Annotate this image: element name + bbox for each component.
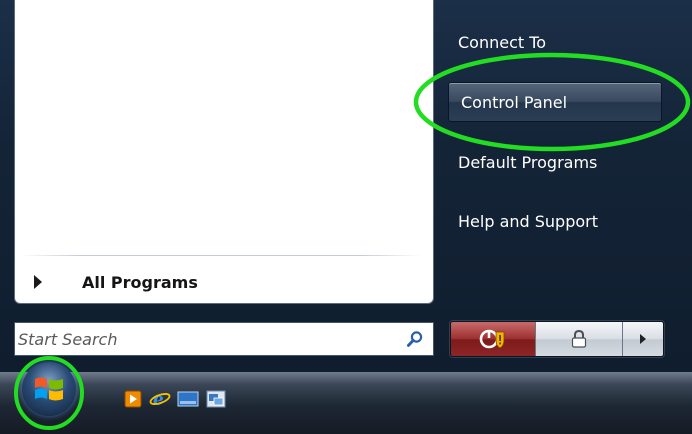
power-shield-icon [479, 329, 505, 349]
search-icon[interactable] [401, 325, 429, 353]
triangle-right-icon [34, 275, 42, 289]
control-panel-item[interactable]: Control Panel [448, 82, 662, 122]
all-programs-label: All Programs [82, 272, 198, 292]
connect-to-label: Connect To [458, 32, 547, 52]
start-search-input[interactable] [15, 325, 401, 353]
show-desktop-launch[interactable] [177, 389, 199, 409]
power-controls [450, 321, 664, 357]
power-options-button[interactable] [622, 322, 663, 356]
help-and-support-item[interactable]: Help and Support [446, 201, 666, 241]
programs-separator [20, 255, 422, 256]
power-button[interactable] [451, 322, 535, 356]
control-panel-label: Control Panel [461, 92, 568, 112]
taskbar [0, 372, 692, 434]
default-programs-label: Default Programs [458, 152, 598, 172]
internet-explorer-launch[interactable]: e [149, 389, 171, 409]
chevron-right-icon [640, 334, 646, 344]
default-programs-item[interactable]: Default Programs [446, 142, 666, 182]
media-player-launch[interactable] [122, 389, 144, 409]
connect-to-item[interactable]: Connect To [446, 22, 666, 62]
programs-pane [14, 0, 434, 304]
lock-icon [571, 329, 587, 348]
switch-windows-launch[interactable] [205, 389, 227, 409]
start-button[interactable] [22, 362, 76, 416]
switch-windows-icon [206, 390, 226, 408]
start-menu: All Programs Connect To Control Panel De… [0, 0, 692, 372]
svg-text:e: e [153, 390, 164, 409]
internet-explorer-icon: e [149, 390, 171, 409]
media-player-icon [124, 390, 142, 408]
windows-logo-icon [35, 377, 63, 401]
lock-button[interactable] [535, 322, 622, 356]
show-desktop-icon [177, 391, 199, 407]
all-programs-button[interactable]: All Programs [18, 267, 418, 297]
help-and-support-label: Help and Support [458, 211, 598, 231]
start-search-box[interactable] [14, 322, 434, 356]
